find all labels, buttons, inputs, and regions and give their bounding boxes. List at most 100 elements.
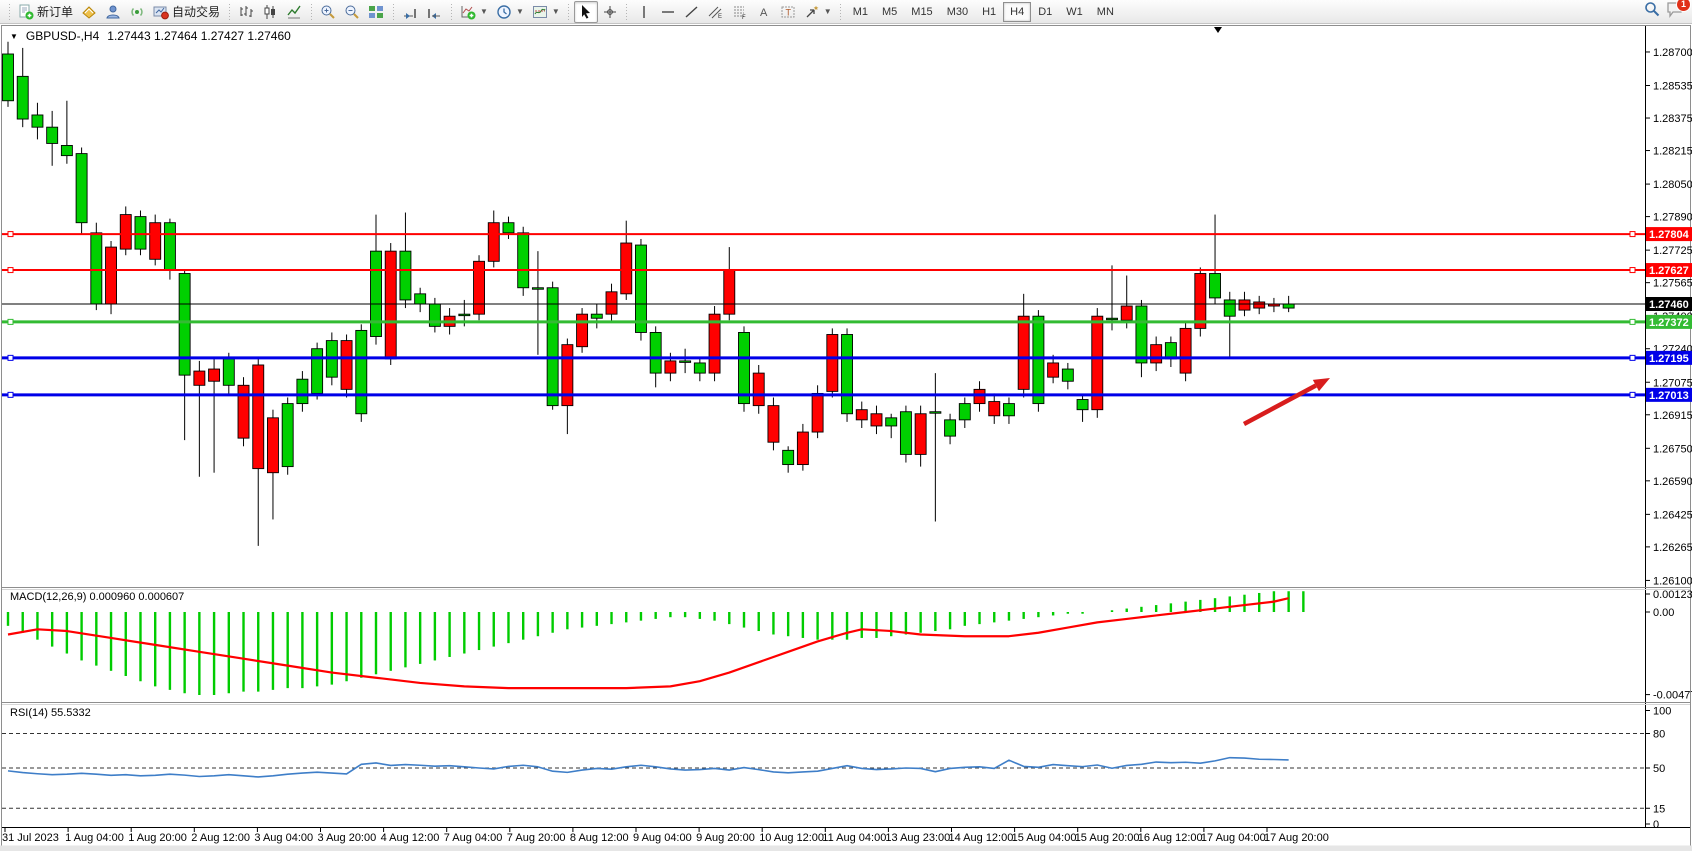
- toolbar-drag-handle[interactable]: [227, 4, 231, 20]
- tab-timeframe-M15[interactable]: M15: [904, 2, 939, 22]
- tile-windows-button[interactable]: [364, 1, 388, 23]
- candle: [1195, 267, 1206, 336]
- svg-text:F: F: [742, 15, 746, 20]
- candle: [768, 397, 779, 450]
- candle: [518, 227, 529, 296]
- svg-text:3 Aug 04:00: 3 Aug 04:00: [254, 832, 313, 844]
- crosshair-icon: [602, 4, 618, 20]
- candle: [474, 255, 485, 320]
- candlestick-button[interactable]: [258, 1, 282, 23]
- auto-scroll-button[interactable]: [398, 1, 422, 23]
- profile-icon: [105, 4, 121, 20]
- indicators-button[interactable]: ▼: [456, 1, 492, 23]
- svg-text:10 Aug 12:00: 10 Aug 12:00: [759, 832, 824, 844]
- svg-text:1.28700: 1.28700: [1653, 47, 1692, 59]
- candle: [341, 334, 352, 397]
- svg-text:1.27565: 1.27565: [1653, 278, 1692, 290]
- toolbar-drag-handle[interactable]: [449, 4, 453, 20]
- mt4-window: 新订单 自动交易: [0, 0, 1692, 851]
- horizontal-line-icon: [660, 4, 676, 20]
- new-order-button[interactable]: 新订单: [14, 1, 77, 23]
- tab-timeframe-H1[interactable]: H1: [975, 2, 1003, 22]
- candle: [238, 377, 249, 446]
- label-tool-button[interactable]: T: [776, 1, 800, 23]
- svg-text:3 Aug 20:00: 3 Aug 20:00: [318, 832, 377, 844]
- toolbar-drag-handle[interactable]: [7, 4, 11, 20]
- svg-text:15 Aug 20:00: 15 Aug 20:00: [1075, 832, 1140, 844]
- candle: [827, 328, 838, 397]
- trendline-tool-button[interactable]: [680, 1, 704, 23]
- cursor-tool-button[interactable]: [574, 1, 598, 23]
- svg-text:T: T: [785, 7, 791, 17]
- tab-timeframe-D1[interactable]: D1: [1031, 2, 1059, 22]
- svg-text:11 Aug 04:00: 11 Aug 04:00: [822, 832, 886, 844]
- svg-text:1 Aug 04:00: 1 Aug 04:00: [65, 832, 124, 844]
- zoom-in-button[interactable]: [316, 1, 340, 23]
- chart-symbol: GBPUSD-,H4: [26, 29, 99, 43]
- tab-timeframe-W1[interactable]: W1: [1059, 2, 1090, 22]
- toolbar-drag-handle[interactable]: [625, 4, 629, 20]
- toolbar-drag-handle[interactable]: [391, 4, 395, 20]
- svg-text:7 Aug 20:00: 7 Aug 20:00: [507, 832, 566, 844]
- candle: [577, 308, 588, 353]
- channel-tool-button[interactable]: E: [704, 1, 728, 23]
- svg-text:0.00: 0.00: [1653, 607, 1674, 619]
- price-axis-label-1.27804: 1.27804: [1646, 227, 1692, 241]
- signals-button[interactable]: [125, 1, 149, 23]
- horizontal-line-tool-button[interactable]: [656, 1, 680, 23]
- vertical-line-tool-button[interactable]: [632, 1, 656, 23]
- candle: [1033, 310, 1044, 412]
- periods-button[interactable]: ▼: [492, 1, 528, 23]
- tab-timeframe-M5[interactable]: M5: [875, 2, 904, 22]
- cursor-icon: [578, 4, 594, 20]
- svg-text:1.27460: 1.27460: [1649, 299, 1689, 311]
- text-tool-button[interactable]: A: [752, 1, 776, 23]
- toolbar-drag-handle[interactable]: [567, 4, 571, 20]
- svg-text:1.27372: 1.27372: [1649, 317, 1689, 329]
- main-toolbar: 新订单 自动交易: [0, 0, 1692, 24]
- bar-chart-button[interactable]: [234, 1, 258, 23]
- notifications-button[interactable]: 1: [1666, 1, 1684, 23]
- tab-timeframe-M30[interactable]: M30: [940, 2, 975, 22]
- fibonacci-tool-button[interactable]: F: [728, 1, 752, 23]
- svg-text:1.26590: 1.26590: [1653, 476, 1692, 488]
- autotrading-label: 自动交易: [172, 3, 220, 20]
- candle: [76, 147, 87, 234]
- collapse-triangle-icon[interactable]: ▼: [10, 32, 18, 41]
- svg-text:1.26425: 1.26425: [1653, 509, 1692, 521]
- svg-text:80: 80: [1653, 729, 1665, 741]
- svg-text:17 Aug 20:00: 17 Aug 20:00: [1264, 832, 1329, 844]
- svg-text:15 Aug 04:00: 15 Aug 04:00: [1012, 832, 1077, 844]
- arrows-tool-button[interactable]: ▼: [800, 1, 836, 23]
- svg-text:1.27804: 1.27804: [1649, 229, 1690, 241]
- profile-button[interactable]: [101, 1, 125, 23]
- svg-text:7 Aug 04:00: 7 Aug 04:00: [444, 832, 503, 844]
- tab-timeframe-MN[interactable]: MN: [1090, 2, 1121, 22]
- templates-button[interactable]: ▼: [528, 1, 564, 23]
- chevron-down-icon: ▼: [824, 7, 832, 16]
- tab-timeframe-H4[interactable]: H4: [1003, 2, 1031, 22]
- search-icon[interactable]: [1644, 1, 1660, 22]
- chart-shift-button[interactable]: [422, 1, 446, 23]
- autotrading-button[interactable]: 自动交易: [149, 1, 224, 23]
- chart-canvas[interactable]: 1.287001.285351.283751.282151.280501.278…: [0, 0, 1692, 851]
- toolbar-drag-handle[interactable]: [839, 4, 843, 20]
- market-watch-button[interactable]: [77, 1, 101, 23]
- new-order-icon: [18, 4, 34, 20]
- svg-text:15: 15: [1653, 803, 1665, 815]
- svg-text:1 Aug 20:00: 1 Aug 20:00: [128, 832, 187, 844]
- arrows-icon: [804, 4, 820, 20]
- new-order-label: 新订单: [37, 3, 73, 20]
- market-watch-icon: [81, 4, 97, 20]
- zoom-out-button[interactable]: [340, 1, 364, 23]
- signals-icon: [129, 4, 145, 20]
- tab-timeframe-M1[interactable]: M1: [846, 2, 875, 22]
- line-chart-icon: [286, 4, 302, 20]
- candlestick-icon: [262, 4, 278, 20]
- svg-text:1.28375: 1.28375: [1653, 113, 1692, 125]
- svg-text:0.001234: 0.001234: [1653, 589, 1692, 601]
- crosshair-tool-button[interactable]: [598, 1, 622, 23]
- toolbar-drag-handle[interactable]: [309, 4, 313, 20]
- line-chart-button[interactable]: [282, 1, 306, 23]
- candle: [812, 385, 823, 438]
